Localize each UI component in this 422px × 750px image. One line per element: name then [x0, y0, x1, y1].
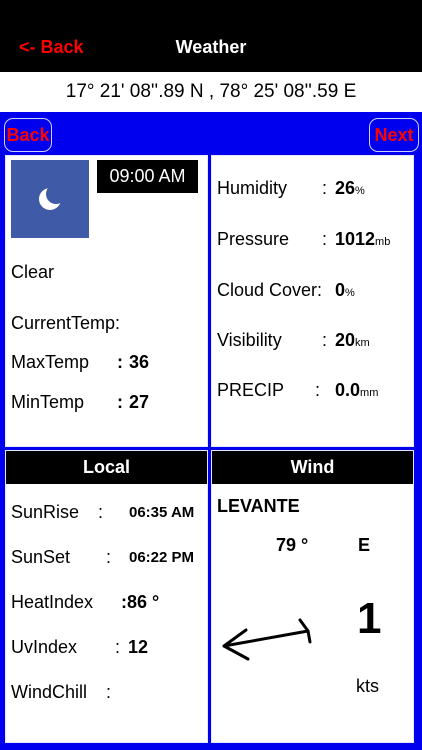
- current-temp-label: CurrentTemp:: [11, 313, 121, 333]
- heat-index-label: HeatIndex: [11, 592, 94, 612]
- uv-index-colon: :: [115, 637, 121, 657]
- next-button[interactable]: Next: [369, 118, 419, 152]
- visibility-colon: :: [322, 330, 328, 350]
- precip-colon: :: [315, 380, 321, 400]
- coordinates-label: 17° 21' 08''.89 N , 78° 25' 08''.59 E: [0, 72, 422, 112]
- max-temp-value: 36: [129, 352, 150, 372]
- humidity-value: 26%: [335, 178, 365, 198]
- sunset-label: SunSet: [11, 547, 71, 567]
- uv-index-label: UvIndex: [11, 637, 78, 657]
- min-temp-value: 27: [129, 392, 150, 412]
- sunrise-label: SunRise: [11, 502, 80, 522]
- moon-icon: [11, 160, 89, 238]
- uv-index-value: 12: [128, 637, 149, 657]
- sunrise-colon: :: [98, 502, 104, 522]
- wind-arrow-icon: [218, 612, 318, 662]
- sunset-colon: :: [106, 547, 112, 567]
- min-temp-colon: :: [117, 392, 123, 412]
- humidity-label: Humidity: [217, 178, 288, 198]
- wind-speed: 1: [357, 594, 382, 643]
- condition-summary: Clear: [11, 262, 55, 282]
- pressure-colon: :: [322, 229, 328, 249]
- max-temp-label: MaxTemp: [11, 352, 90, 372]
- local-header: Local: [6, 451, 207, 484]
- cloud-cover-value: 0%: [335, 280, 355, 300]
- pressure-value: 1012mb: [335, 229, 391, 249]
- back-button[interactable]: Back: [4, 118, 52, 152]
- windchill-colon: :: [106, 682, 112, 702]
- max-temp-colon: :: [117, 352, 123, 372]
- sunrise-value: 06:35 AM: [129, 504, 195, 521]
- visibility-value: 20km: [335, 330, 370, 350]
- precip-value: 0.0mm: [335, 380, 379, 400]
- wind-panel: [211, 450, 414, 743]
- heat-index-value: :86 °: [121, 592, 160, 612]
- wind-degrees: 79 °: [276, 535, 309, 555]
- wind-direction: E: [358, 535, 371, 555]
- precip-label: PRECIP: [217, 380, 285, 400]
- wind-unit: kts: [356, 676, 380, 696]
- sunset-value: 06:22 PM: [129, 549, 195, 566]
- page-title: Weather: [175, 37, 247, 57]
- min-temp-label: MinTemp: [11, 392, 85, 412]
- humidity-colon: :: [322, 178, 328, 198]
- wind-header: Wind: [212, 451, 413, 484]
- windchill-label: WindChill: [11, 682, 88, 702]
- nav-bar: <- Back Weather: [0, 0, 422, 72]
- pressure-label: Pressure: [217, 229, 290, 249]
- visibility-label: Visibility: [217, 330, 282, 350]
- cloud-cover-label: Cloud Cover:: [217, 280, 323, 300]
- time-display: 09:00 AM: [97, 160, 198, 193]
- wind-name: LEVANTE: [217, 496, 300, 516]
